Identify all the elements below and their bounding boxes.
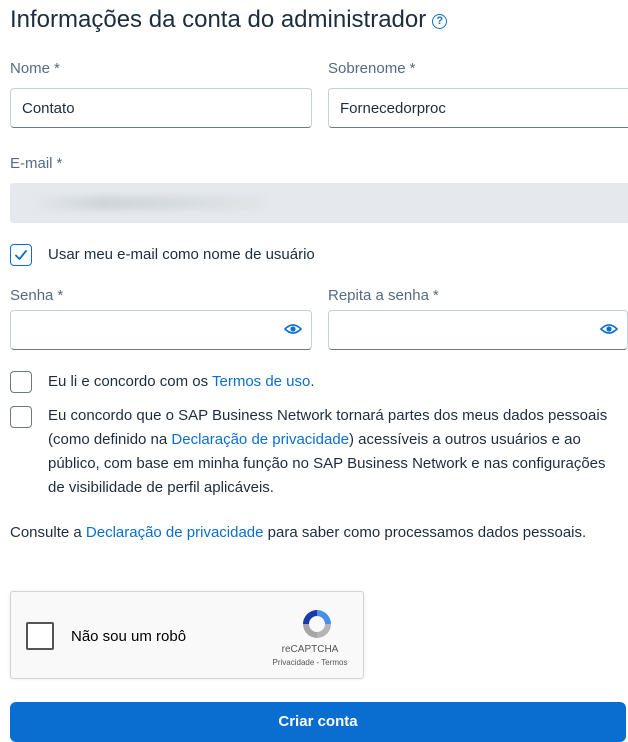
recaptcha-checkbox[interactable] — [26, 622, 54, 650]
email-input[interactable] — [10, 183, 628, 223]
page-title-text: Informações da conta do administrador — [10, 6, 427, 33]
last-name-label: Sobrenome * — [328, 60, 415, 77]
use-email-label: Usar meu e-mail como nome de usuário — [48, 246, 315, 263]
privacy-consent-label: Eu concordo que o SAP Business Network t… — [48, 404, 608, 500]
required-marker: * — [409, 60, 416, 77]
privacy-note-link[interactable]: Declaração de privacidade — [86, 524, 264, 541]
first-name-label: Nome * — [10, 60, 60, 77]
recaptcha-brand: reCAPTCHA — [281, 644, 339, 655]
password-label-text: Senha — [10, 287, 54, 304]
terms-label: Eu li e concordo com os Termos de uso. — [48, 370, 315, 394]
terms-prefix: Eu li e concordo com os — [48, 373, 212, 390]
terms-suffix: . — [310, 373, 315, 390]
recaptcha-links: Privacidade - Termos — [259, 658, 361, 667]
required-marker: * — [56, 155, 63, 172]
create-account-button[interactable]: Criar conta — [10, 702, 626, 742]
recaptcha-label: Não sou um robô — [71, 628, 187, 645]
password-input[interactable] — [10, 310, 312, 350]
last-name-label-text: Sobrenome — [328, 60, 406, 77]
terms-of-use-link[interactable]: Termos de uso — [212, 373, 310, 390]
repeat-password-input[interactable] — [328, 310, 628, 350]
first-name-input[interactable]: Contato — [10, 88, 312, 128]
help-icon[interactable]: ? — [432, 14, 448, 29]
last-name-input[interactable]: Fornecedorproc — [328, 88, 628, 128]
privacy-note-suffix: para saber como processamos dados pessoa… — [263, 524, 587, 541]
use-email-checkbox[interactable] — [10, 244, 32, 266]
required-marker: * — [57, 287, 64, 304]
terms-checkbox[interactable] — [10, 371, 32, 393]
required-marker: * — [432, 287, 439, 304]
repeat-password-label: Repita a senha * — [328, 287, 439, 304]
recaptcha-logo-icon — [303, 610, 331, 638]
last-name-value: Fornecedorproc — [340, 100, 446, 117]
privacy-consent-checkbox[interactable] — [10, 406, 32, 428]
first-name-value: Contato — [22, 100, 75, 117]
redacted-email-value — [35, 196, 265, 210]
email-label: E-mail * — [10, 155, 62, 172]
privacy-statement-link[interactable]: Declaração de privacidade — [171, 431, 349, 448]
password-label: Senha * — [10, 287, 63, 304]
eye-icon[interactable] — [600, 322, 618, 336]
checkmark-icon — [15, 250, 27, 260]
privacy-note: Consulte a Declaração de privacidade par… — [10, 521, 586, 545]
recaptcha-privacy-link[interactable]: Privacidade — [272, 658, 314, 667]
first-name-label-text: Nome — [10, 60, 51, 77]
recaptcha-widget: Não sou um robô reCAPTCHA Privacidade - … — [10, 591, 364, 679]
email-label-text: E-mail — [10, 155, 53, 172]
repeat-password-label-text: Repita a senha — [328, 287, 429, 304]
recaptcha-terms-link[interactable]: Termos — [321, 658, 347, 667]
page-title: Informações da conta do administrador? — [10, 6, 448, 34]
eye-icon[interactable] — [284, 322, 302, 336]
required-marker: * — [54, 60, 60, 77]
privacy-note-prefix: Consulte a — [10, 524, 86, 541]
